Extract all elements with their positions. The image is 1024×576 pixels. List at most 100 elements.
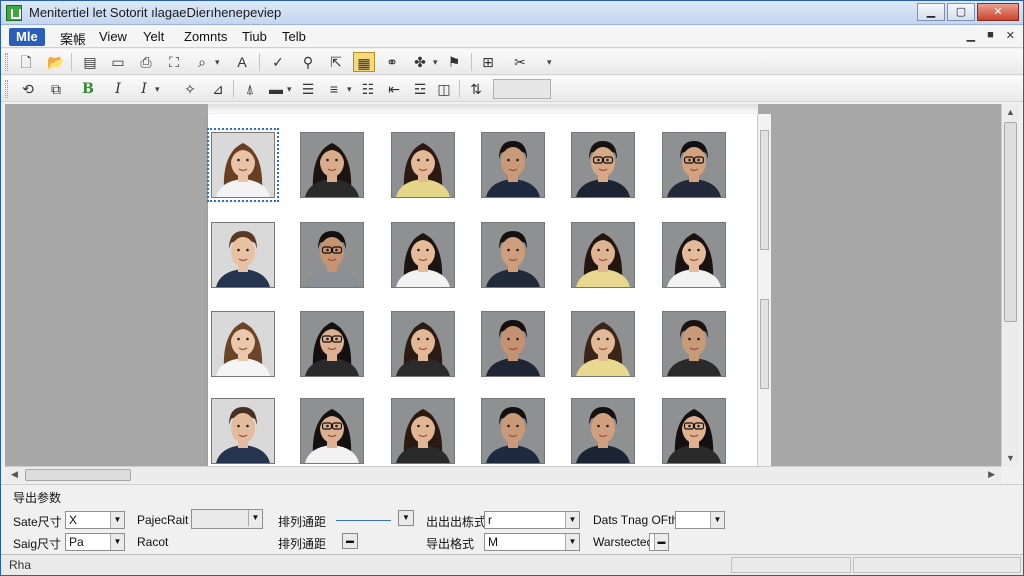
print-icon[interactable]: ⎙ [135, 52, 157, 72]
horizontal-scrollbar[interactable]: ◀ ▶ [5, 466, 1001, 483]
passport-photo[interactable] [391, 311, 455, 377]
zoom-icon[interactable]: ⌕ [191, 52, 213, 72]
passport-photo[interactable] [211, 311, 275, 377]
adjust-icon[interactable]: ⊿ [207, 79, 229, 99]
tools-icon[interactable]: ✂ [509, 52, 531, 72]
text-icon[interactable]: A [231, 52, 253, 72]
page-scrollbar[interactable] [757, 114, 771, 466]
vertical-scrollbar[interactable]: ▲ ▼ [1001, 104, 1019, 466]
passport-photo[interactable] [300, 222, 364, 288]
print-page[interactable] [207, 114, 758, 466]
menu-tiub[interactable]: Tiub [235, 28, 274, 46]
link-icon[interactable]: ⚭ [381, 52, 403, 72]
passport-photo[interactable] [300, 132, 364, 198]
menu-telb[interactable]: Telb [275, 28, 313, 46]
bold-button[interactable]: B [77, 79, 99, 99]
scroll-down-icon[interactable]: ▼ [1004, 453, 1017, 463]
close-button[interactable]: ✕ [977, 3, 1019, 21]
size-select[interactable]: X ▼ [65, 511, 125, 529]
scroll-left-icon[interactable]: ◀ [11, 469, 18, 480]
passport-photo[interactable] [481, 311, 545, 377]
check-icon[interactable]: ✓ [267, 52, 289, 72]
passport-photo[interactable] [571, 398, 635, 464]
minimize-button[interactable]: ▁ [917, 3, 945, 21]
passport-photo[interactable] [481, 132, 545, 198]
fill-dropdown-icon[interactable]: ▾ [287, 79, 292, 99]
mdi-restore-button[interactable]: ■ [987, 29, 994, 42]
list-icon[interactable]: ☷ [357, 79, 379, 99]
rotate-icon[interactable]: ⟲ [17, 79, 39, 99]
outdent-icon[interactable]: ☲ [409, 79, 431, 99]
page-scroll-thumb-secondary[interactable] [760, 299, 769, 389]
canvas-workspace[interactable] [5, 104, 1001, 466]
fill-color-icon[interactable]: ▬ [265, 79, 287, 99]
watermark-select[interactable]: ▬ [649, 533, 669, 551]
align-dropdown-icon[interactable]: ▾ [347, 79, 352, 99]
passport-photo[interactable] [662, 222, 726, 288]
passport-photo[interactable] [571, 311, 635, 377]
tag-icon[interactable]: ⚑ [443, 52, 465, 72]
menu-file[interactable]: Mle [9, 28, 45, 46]
passport-photo[interactable] [300, 398, 364, 464]
effects-icon[interactable]: ✤ [409, 52, 431, 72]
spacing-icon[interactable]: ⇅ [465, 79, 487, 99]
spacing-stepper[interactable]: ▬ [342, 533, 358, 549]
crop-icon[interactable]: ⛶ [163, 52, 185, 72]
passport-photo[interactable] [300, 311, 364, 377]
align-left-icon[interactable]: ☰ [297, 79, 319, 99]
spacing-dropdown-button[interactable]: ▼ [398, 510, 414, 526]
menu-edit[interactable]: 案帳 [53, 28, 93, 47]
menu-view[interactable]: View [92, 28, 134, 46]
page-ratio-select[interactable]: ▼ [191, 509, 263, 529]
scroll-up-icon[interactable]: ▲ [1004, 107, 1017, 117]
toolbar-grip[interactable] [5, 80, 8, 98]
columns-icon[interactable]: ◫ [433, 79, 455, 99]
magic-icon[interactable]: ✧ [179, 79, 201, 99]
passport-photo[interactable] [662, 132, 726, 198]
passport-photo[interactable] [571, 132, 635, 198]
align-center-icon[interactable]: ≡ [323, 79, 345, 99]
layout-icon[interactable]: ▦ [353, 52, 375, 72]
passport-photo[interactable] [391, 398, 455, 464]
export-format-select[interactable]: r ▼ [484, 511, 580, 529]
vertical-scroll-thumb[interactable] [1004, 122, 1017, 322]
open-folder-icon[interactable]: 📂 [45, 52, 67, 72]
select-icon[interactable]: ⇱ [325, 52, 347, 72]
passport-photo[interactable] [211, 398, 275, 464]
effects-dropdown-icon[interactable]: ▾ [433, 52, 438, 72]
maximize-button[interactable]: ▢ [947, 3, 975, 21]
spacing-combo[interactable] [493, 79, 551, 99]
grid-icon[interactable]: ⊞ [477, 52, 499, 72]
passport-photo[interactable] [481, 222, 545, 288]
passport-photo[interactable] [391, 132, 455, 198]
new-document-icon[interactable]: 🗋 [15, 52, 37, 72]
tools-dropdown-icon[interactable]: ▾ [547, 52, 552, 72]
scroll-right-icon[interactable]: ▶ [988, 469, 995, 480]
passport-photo[interactable] [391, 222, 455, 288]
date-tag-select[interactable]: ▼ [675, 511, 725, 529]
italic-button[interactable]: I [107, 79, 129, 99]
menu-zomnts[interactable]: Zomnts [177, 28, 234, 46]
mdi-close-button[interactable]: ✕ [1006, 29, 1015, 42]
spacing-slider[interactable] [336, 520, 391, 521]
passport-photo[interactable] [571, 222, 635, 288]
horizontal-scroll-thumb[interactable] [25, 469, 131, 481]
search-icon[interactable]: ⚲ [297, 52, 319, 72]
export-format-select-2[interactable]: M ▼ [484, 533, 580, 551]
passport-photo[interactable] [662, 311, 726, 377]
italic-alt-button[interactable]: I [133, 79, 155, 99]
menu-yelt[interactable]: Yelt [136, 28, 171, 46]
highlight-icon[interactable]: ⍋ [239, 79, 261, 99]
passport-photo[interactable] [662, 398, 726, 464]
image-size-select[interactable]: Pa ▼ [65, 533, 125, 551]
toolbar-grip[interactable] [5, 53, 8, 71]
passport-photo[interactable] [211, 222, 275, 288]
save-as-icon[interactable]: ▭ [107, 52, 129, 72]
passport-photo[interactable] [207, 128, 279, 202]
mdi-minimize-button[interactable]: ▁ [967, 29, 975, 42]
indent-icon[interactable]: ⇤ [383, 79, 405, 99]
frame-icon[interactable]: ⧉ [45, 79, 67, 99]
page-scroll-thumb[interactable] [760, 130, 769, 250]
save-icon[interactable]: ▤ [79, 52, 101, 72]
passport-photo[interactable] [481, 398, 545, 464]
